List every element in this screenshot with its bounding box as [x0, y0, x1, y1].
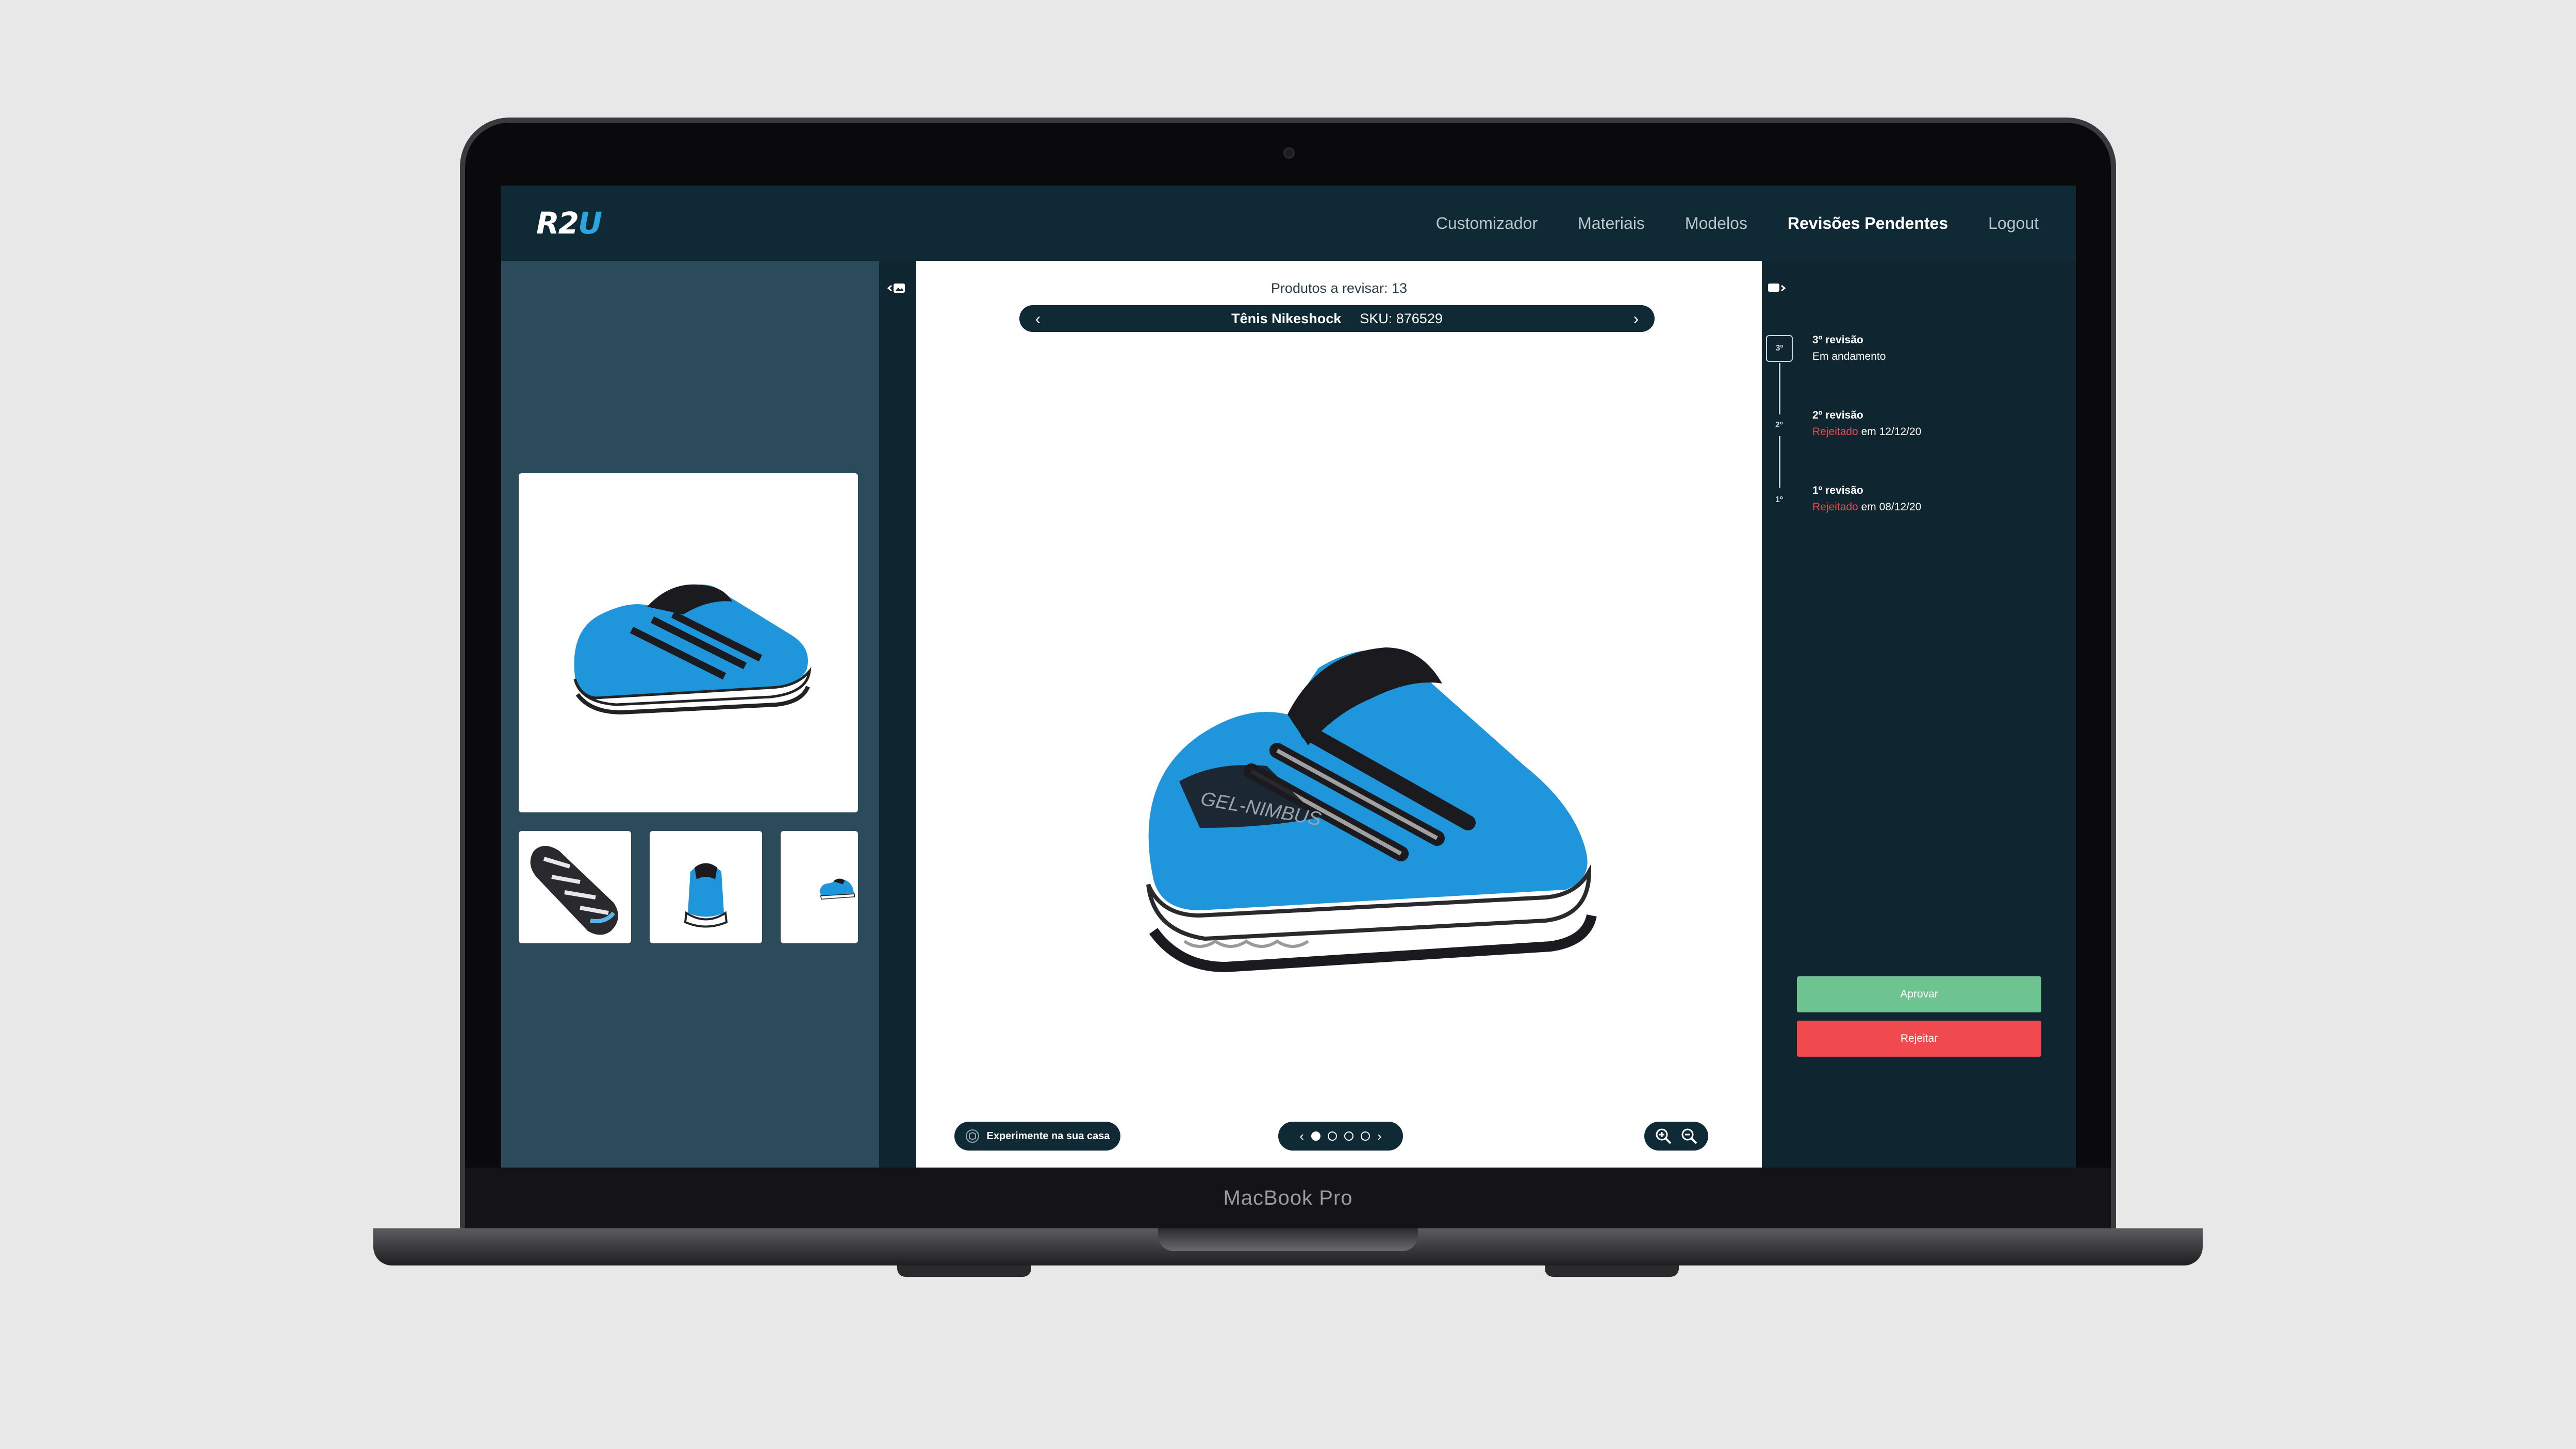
product-selector: ‹ Tênis Nikeshock SKU: 876529 › — [1019, 305, 1655, 332]
comments-toggle-icon[interactable] — [1767, 281, 1787, 295]
app-screen: R2 U Customizador Materiais Modelos Revis… — [501, 186, 2076, 1168]
revision-entry[interactable]: 3º revisão Em andamento — [1812, 332, 1886, 365]
reject-button[interactable]: Rejeitar — [1797, 1021, 2041, 1057]
thumbnail-back[interactable] — [650, 831, 762, 943]
products-to-review-count: Produtos a revisar: 13 — [1270, 280, 1408, 296]
pager-dot[interactable] — [1344, 1131, 1353, 1141]
try-at-home-label: Experimente na sua casa — [986, 1130, 1110, 1142]
timeline-line — [1779, 436, 1780, 488]
shoe-side-image — [573, 584, 812, 715]
revision-marker[interactable]: 1º — [1775, 495, 1783, 505]
laptop-foot — [897, 1265, 1031, 1277]
product-viewer: Produtos a revisar: 13 ‹ Tênis Nikeshock… — [916, 261, 1762, 1168]
pager-dot[interactable] — [1311, 1131, 1320, 1141]
next-product-button[interactable]: › — [1623, 305, 1649, 332]
viewer-left-toolbar — [879, 261, 916, 1168]
revision-marker[interactable]: 2º — [1775, 421, 1783, 430]
shoe-sole-image — [530, 846, 618, 935]
revision-rejected-label: Rejeitado — [1812, 426, 1858, 438]
try-at-home-button[interactable]: Experimente na sua casa — [954, 1122, 1120, 1151]
thumbnail-angle[interactable] — [781, 831, 858, 943]
image-pager: ‹ › — [1278, 1122, 1403, 1151]
nav-item-logout[interactable]: Logout — [1988, 214, 2039, 233]
nav-item-modelos[interactable]: Modelos — [1685, 214, 1747, 233]
revision-status: Em andamento — [1812, 351, 1886, 362]
shoe-angle-image — [819, 878, 855, 900]
laptop-model-label: MacBook Pro — [1223, 1186, 1353, 1209]
timeline-line — [1779, 363, 1780, 414]
revisions-panel: 3º 2º 1º 3º revisão Em andamento 2º revi… — [1762, 261, 2076, 1168]
r2u-logo[interactable]: R2 U — [536, 206, 602, 241]
nav-item-customizador[interactable]: Customizador — [1436, 214, 1538, 233]
product-name: Tênis Nikeshock — [1231, 310, 1342, 326]
collapse-gallery-icon[interactable] — [887, 281, 907, 295]
revision-title: 2º revisão — [1812, 409, 1863, 421]
revision-date: em 08/12/20 — [1858, 501, 1922, 513]
product-3d-preview[interactable]: GEL-NIMBUS — [1030, 611, 1648, 1003]
revision-title: 1º revisão — [1812, 485, 1863, 496]
product-sku: SKU: 876529 — [1360, 310, 1443, 326]
thumbnail-panel — [501, 261, 879, 1168]
nav-item-revisoes-pendentes[interactable]: Revisões Pendentes — [1788, 214, 1948, 233]
revision-marker-current[interactable]: 3º — [1766, 335, 1793, 362]
nav-item-materiais[interactable]: Materiais — [1578, 214, 1645, 233]
laptop-notch — [1158, 1228, 1418, 1251]
zoom-controls — [1644, 1122, 1708, 1151]
revision-entry[interactable]: 1º revisão Rejeitado em 08/12/20 — [1812, 482, 1921, 515]
webcam — [1283, 147, 1295, 159]
main-nav: Customizador Materiais Modelos Revisões … — [1436, 214, 2039, 233]
thumbnail-sole[interactable] — [519, 831, 631, 943]
laptop-chin: MacBook Pro — [465, 1168, 2111, 1228]
zoom-out-icon[interactable] — [1680, 1127, 1698, 1145]
revision-entry[interactable]: 2º revisão Rejeitado em 12/12/20 — [1812, 407, 1921, 440]
pager-dot[interactable] — [1328, 1131, 1337, 1141]
revision-title: 3º revisão — [1812, 334, 1863, 346]
pager-next-button[interactable]: › — [1377, 1128, 1382, 1144]
revision-date: em 12/12/20 — [1858, 426, 1922, 438]
shoe-back-image — [684, 863, 728, 928]
laptop-foot — [1545, 1265, 1679, 1277]
pager-prev-button[interactable]: ‹ — [1299, 1128, 1304, 1144]
ar-cube-icon — [966, 1129, 980, 1143]
pager-dot[interactable] — [1361, 1131, 1370, 1141]
selected-thumbnail[interactable] — [519, 473, 858, 812]
revision-rejected-label: Rejeitado — [1812, 501, 1858, 513]
top-nav-bar: R2 U Customizador Materiais Modelos Revis… — [501, 186, 2076, 261]
approve-button[interactable]: Aprovar — [1797, 976, 2041, 1012]
zoom-in-icon[interactable] — [1655, 1127, 1672, 1145]
prev-product-button[interactable]: ‹ — [1025, 305, 1051, 332]
